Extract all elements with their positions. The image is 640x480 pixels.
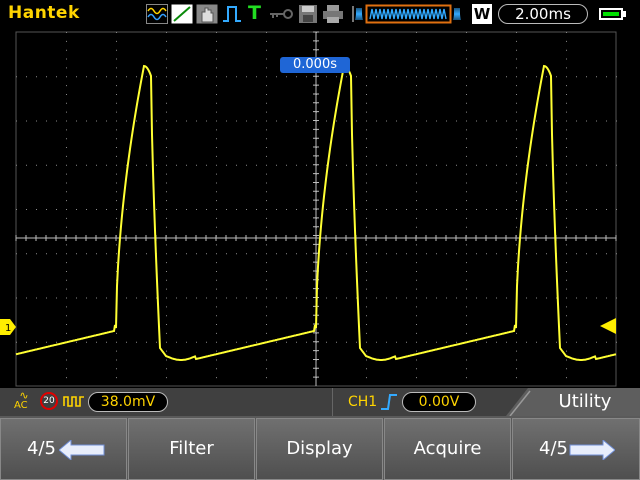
menu-title: Utility <box>558 391 612 412</box>
rising-edge-icon <box>381 394 397 410</box>
ac-coupling-icon: ∿ AC <box>14 390 34 413</box>
memory-bar-icon <box>352 4 461 24</box>
hand-icon <box>196 4 218 24</box>
scope-graticule <box>15 31 617 387</box>
save-icon <box>299 5 317 23</box>
right-arrow-icon <box>569 440 615 460</box>
next-page-label: 4/5 <box>539 438 568 459</box>
trigger-position-label[interactable]: 0.000s <box>280 57 350 73</box>
brand-logo: Hantek <box>8 3 80 23</box>
trigger-level-readout[interactable]: 0.00V <box>402 392 476 412</box>
timebase-readout[interactable]: 2.00ms <box>498 4 588 24</box>
ch1-level-marker[interactable]: 1 <box>0 319 16 335</box>
cursor-line-icon <box>171 4 193 24</box>
battery-tip <box>623 11 626 17</box>
waveform-display[interactable]: 0.000s 1 <box>0 28 640 388</box>
left-arrow-icon <box>59 440 105 460</box>
pulse-icon <box>223 6 241 22</box>
bandwidth-limit-icon: 20 <box>40 392 58 410</box>
prev-page-label: 4/5 <box>27 438 56 459</box>
trigger-level-marker[interactable] <box>600 318 616 334</box>
acquire-button[interactable]: Acquire <box>384 418 511 480</box>
ch1-marker-label: 1 <box>5 323 11 334</box>
status-divider <box>332 388 333 416</box>
trigger-status-icon: T <box>248 2 261 24</box>
prev-page-button[interactable]: 4/5 <box>0 418 127 480</box>
key-icon <box>270 9 293 19</box>
battery-icon <box>599 8 623 20</box>
display-button[interactable]: Display <box>256 418 383 480</box>
top-status-bar: Hantek T W 2.00ms <box>0 0 640 28</box>
trigger-source-label[interactable]: CH1 <box>348 393 377 411</box>
probe-icon <box>63 396 84 407</box>
acquisition-mode-badge: W <box>472 4 492 24</box>
waveform-icon <box>146 4 168 24</box>
next-page-button[interactable]: 4/5 <box>512 418 640 480</box>
print-icon <box>323 5 343 23</box>
vertical-scale-readout[interactable]: 38.0mV <box>88 392 168 412</box>
coupling-label: AC <box>14 400 28 411</box>
filter-button[interactable]: Filter <box>128 418 255 480</box>
